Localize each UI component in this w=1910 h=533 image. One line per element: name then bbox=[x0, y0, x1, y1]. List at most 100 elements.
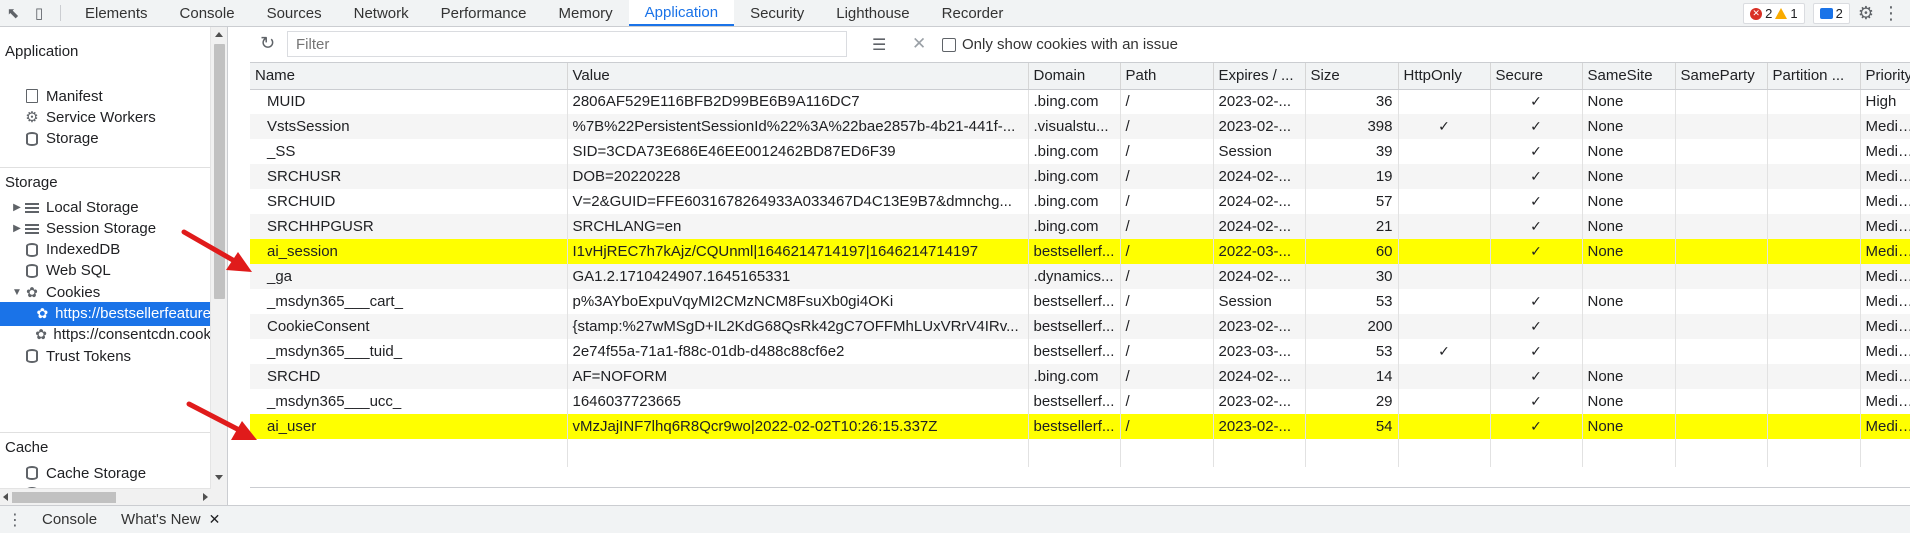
more-options-icon[interactable]: ⋮ bbox=[1882, 3, 1900, 24]
tab-network[interactable]: Network bbox=[338, 0, 425, 26]
cookie-row[interactable]: _msdyn365___tuid_ 2e74f55a-71a1-f88c-01db… bbox=[250, 339, 1910, 364]
cookie-row[interactable]: SRCHHPGUSR SRCHLANG=en .bing.com/2024-02-.… bbox=[250, 214, 1910, 239]
cookie-row[interactable]: CookieConsent {stamp:%27wMSgD+IL2KdG68QsR… bbox=[250, 314, 1910, 339]
empty-cell bbox=[1582, 439, 1676, 467]
cookie-row[interactable]: _msdyn365___cart_ p%3AYboExpuVqyMI2CMzNCM… bbox=[250, 289, 1910, 314]
cell-samesite: None bbox=[1582, 364, 1676, 389]
column-header-httponly[interactable]: HttpOnly bbox=[1398, 63, 1491, 90]
column-header-path[interactable]: Path bbox=[1120, 63, 1214, 90]
column-header-expires[interactable]: Expires / ... bbox=[1213, 63, 1306, 90]
column-header-size[interactable]: Size bbox=[1305, 63, 1399, 90]
column-header-partition[interactable]: Partition ... bbox=[1767, 63, 1861, 90]
column-header-samesite[interactable]: SameSite bbox=[1582, 63, 1676, 90]
cookie-row[interactable]: _ga GA1.2.1710424907.1645165331 .dynamics.… bbox=[250, 264, 1910, 289]
tab-performance[interactable]: Performance bbox=[425, 0, 543, 26]
issues-badge[interactable]: ✕ 2 1 bbox=[1743, 3, 1805, 24]
cookie-row[interactable]: SRCHD AF=NOFORM .bing.com/2024-02-... 14 ✓ No… bbox=[250, 364, 1910, 389]
sidebar-item-label: Session Storage bbox=[46, 219, 157, 237]
scroll-left-arrow-icon[interactable] bbox=[3, 493, 8, 501]
cell-domain: .bing.com bbox=[1028, 189, 1121, 214]
settings-gear-icon[interactable]: ⚙ bbox=[1858, 3, 1874, 24]
only-issues-checkbox-wrap[interactable]: Only show cookies with an issue bbox=[942, 36, 1178, 53]
cell-domain: .bing.com bbox=[1028, 364, 1121, 389]
cell-httponly bbox=[1398, 164, 1491, 189]
only-issues-checkbox[interactable] bbox=[942, 37, 956, 52]
column-header-domain[interactable]: Domain bbox=[1028, 63, 1121, 90]
drawer-tab-whats-new[interactable]: What's New ✕ bbox=[109, 511, 232, 528]
cookie-row[interactable]: SRCHUID V=2&GUID=FFE6031678264933A033467D… bbox=[250, 189, 1910, 214]
caret-right-icon[interactable]: ▶ bbox=[10, 202, 24, 213]
cell-sameparty bbox=[1675, 89, 1768, 114]
sidebar-item-storage[interactable]: Storage bbox=[0, 127, 211, 151]
tab-sources[interactable]: Sources bbox=[251, 0, 338, 26]
cell-priority: High bbox=[1860, 89, 1910, 114]
column-header-name[interactable]: Name bbox=[250, 63, 568, 90]
scrollbar-thumb[interactable] bbox=[12, 492, 116, 503]
cell-value: SID=3CDA73E686E46EE0012462BD87ED6F39 bbox=[567, 139, 1029, 164]
refresh-icon[interactable]: ↻ bbox=[260, 33, 275, 54]
cell-domain: .bing.com bbox=[1028, 214, 1121, 239]
table-header-row: Name Value Domain Path Expires / ... Size Http… bbox=[250, 63, 1910, 90]
cookies-toolbar: ↻ ☰ ✕ Only show cookies with an issue bbox=[250, 31, 1910, 59]
device-toolbar-icon[interactable]: ▯ bbox=[26, 0, 52, 26]
messages-badge[interactable]: 2 bbox=[1812, 3, 1850, 24]
cookie-row[interactable]: MUID 2806AF529E116BFB2D99BE6B9A116DC7 .bin… bbox=[250, 89, 1910, 114]
empty-cell bbox=[1028, 439, 1121, 467]
cookie-row[interactable]: _msdyn365___ucc_ 1646037723665 bestsellerf… bbox=[250, 389, 1910, 414]
scroll-right-arrow-icon[interactable] bbox=[203, 493, 208, 501]
filter-input[interactable] bbox=[287, 31, 847, 57]
cookie-row[interactable]: VstsSession %7B%22PersistentSessionId%22%… bbox=[250, 114, 1910, 139]
drawer-menu-icon[interactable]: ⋮ bbox=[0, 510, 30, 530]
cell-partition bbox=[1767, 264, 1861, 289]
clear-all-cookies-icon[interactable]: ☰ bbox=[872, 35, 886, 55]
gear-icon: ⚙ bbox=[25, 109, 39, 127]
scroll-up-arrow-icon[interactable] bbox=[215, 32, 223, 37]
tab-memory[interactable]: Memory bbox=[543, 0, 629, 26]
tab-elements[interactable]: Elements bbox=[69, 0, 164, 26]
drawer-tab-label: Console bbox=[42, 511, 98, 528]
cell-priority: Medium bbox=[1860, 264, 1910, 289]
cell-path: / bbox=[1120, 289, 1214, 314]
drawer-tab-console[interactable]: Console bbox=[30, 511, 109, 528]
cell-partition bbox=[1767, 189, 1861, 214]
scroll-down-arrow-icon[interactable] bbox=[215, 475, 223, 480]
cell-name: SRCHUID bbox=[250, 189, 568, 214]
cell-samesite: None bbox=[1582, 289, 1676, 314]
sidebar-item-trust-tokens[interactable]: Trust Tokens bbox=[0, 344, 211, 368]
cookie-row[interactable]: ai_session I1vHjREC7h7kAjz/CQUnml|1646214… bbox=[250, 239, 1910, 264]
cell-value: AF=NOFORM bbox=[567, 364, 1029, 389]
cell-priority: Medium bbox=[1860, 189, 1910, 214]
cell-path: / bbox=[1120, 139, 1214, 164]
cookie-row[interactable]: _SS SID=3CDA73E686E46EE0012462BD87ED6F39.… bbox=[250, 139, 1910, 164]
close-icon[interactable]: ✕ bbox=[209, 511, 221, 528]
cell-samesite: None bbox=[1582, 114, 1676, 139]
tab-application[interactable]: Application bbox=[628, 0, 735, 26]
cell-size: 14 bbox=[1305, 364, 1399, 389]
caret-down-icon[interactable]: ▼ bbox=[10, 287, 24, 298]
tab-console[interactable]: Console bbox=[164, 0, 251, 26]
cell-sameparty bbox=[1675, 289, 1768, 314]
table-bottom-border bbox=[250, 487, 1910, 488]
cell-priority: Medium bbox=[1860, 289, 1910, 314]
column-header-value[interactable]: Value bbox=[567, 63, 1029, 90]
inspect-element-icon[interactable]: ⬉ bbox=[0, 0, 26, 26]
sidebar-horizontal-scrollbar[interactable] bbox=[0, 488, 211, 505]
sidebar-item-label: Cache Storage bbox=[46, 464, 147, 482]
empty-cell bbox=[567, 439, 1029, 467]
column-header-priority[interactable]: Priority bbox=[1860, 63, 1910, 90]
cell-name: _SS bbox=[250, 139, 568, 164]
tab-lighthouse[interactable]: Lighthouse bbox=[820, 0, 925, 26]
cell-samesite: None bbox=[1582, 164, 1676, 189]
empty-cell bbox=[1767, 439, 1861, 467]
tab-recorder[interactable]: Recorder bbox=[926, 0, 1020, 26]
cookie-row[interactable]: SRCHUSR DOB=20220228 .bing.com/2024-02-...… bbox=[250, 164, 1910, 189]
tab-security[interactable]: Security bbox=[734, 0, 820, 26]
cell-path: / bbox=[1120, 214, 1214, 239]
cell-secure: ✓ bbox=[1490, 289, 1583, 314]
delete-selected-icon[interactable]: ✕ bbox=[912, 34, 926, 54]
column-header-secure[interactable]: Secure bbox=[1490, 63, 1583, 90]
cell-priority: Medium bbox=[1860, 239, 1910, 264]
column-header-sameparty[interactable]: SameParty bbox=[1675, 63, 1768, 90]
cookie-row[interactable]: ai_user vMzJajINF7lhq6R8Qcr9wo|2022-02-02… bbox=[250, 414, 1910, 439]
caret-right-icon[interactable]: ▶ bbox=[10, 223, 24, 234]
